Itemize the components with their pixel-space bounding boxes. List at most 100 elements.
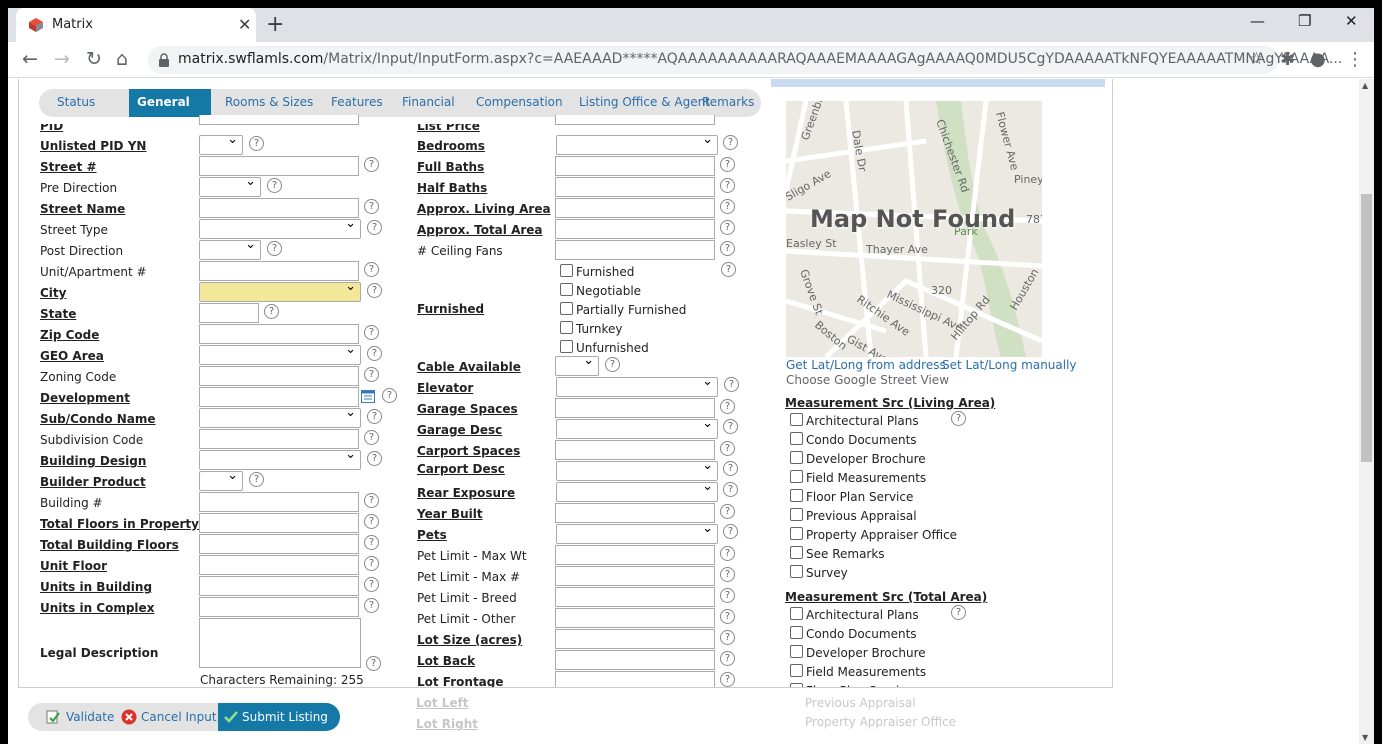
meas-living-checkbox[interactable] bbox=[790, 546, 803, 559]
total-area-input[interactable] bbox=[555, 219, 715, 239]
forward-icon[interactable]: → bbox=[54, 48, 70, 70]
tab-compensation[interactable]: Compensation bbox=[476, 95, 563, 109]
help-icon[interactable]: ? bbox=[364, 262, 379, 277]
list-price-input[interactable] bbox=[555, 115, 715, 125]
help-icon[interactable]: ? bbox=[249, 136, 264, 151]
help-icon[interactable]: ? bbox=[366, 656, 381, 671]
building-no-input[interactable] bbox=[199, 492, 359, 512]
help-icon[interactable]: ? bbox=[720, 399, 735, 414]
help-icon[interactable]: ? bbox=[367, 283, 382, 298]
help-icon[interactable]: ? bbox=[364, 556, 379, 571]
tab-financial[interactable]: Financial bbox=[402, 95, 455, 109]
validate-button[interactable]: Validate bbox=[66, 710, 114, 724]
building-design-select[interactable] bbox=[199, 447, 361, 470]
help-icon[interactable]: ? bbox=[267, 178, 282, 193]
help-icon[interactable]: ? bbox=[605, 357, 620, 372]
help-icon[interactable]: ? bbox=[367, 220, 382, 235]
subcondo-select[interactable] bbox=[199, 405, 361, 428]
help-icon[interactable]: ? bbox=[951, 411, 966, 426]
meas-living-checkbox[interactable] bbox=[790, 508, 803, 521]
garage-desc-select[interactable] bbox=[556, 416, 718, 439]
pet-other-input[interactable] bbox=[555, 608, 715, 628]
help-icon[interactable]: ? bbox=[723, 482, 738, 497]
help-icon[interactable]: ? bbox=[951, 605, 966, 620]
bedrooms-select[interactable] bbox=[556, 132, 718, 155]
help-icon[interactable]: ? bbox=[364, 430, 379, 445]
meas-living-checkbox[interactable] bbox=[790, 527, 803, 540]
meas-living-checkbox[interactable] bbox=[790, 432, 803, 445]
zoning-input[interactable] bbox=[199, 366, 359, 386]
browser-tab[interactable]: Matrix ✕ bbox=[16, 8, 256, 42]
partially-furnished-checkbox[interactable] bbox=[560, 302, 573, 315]
help-icon[interactable]: ? bbox=[720, 567, 735, 582]
help-icon[interactable]: ? bbox=[364, 514, 379, 529]
lookup-list-icon[interactable] bbox=[361, 390, 375, 403]
meas-total-checkbox[interactable] bbox=[790, 607, 803, 620]
help-icon[interactable]: ? bbox=[723, 461, 738, 476]
help-icon[interactable]: ? bbox=[364, 325, 379, 340]
help-icon[interactable]: ? bbox=[364, 199, 379, 214]
unfurnished-checkbox[interactable] bbox=[560, 340, 573, 353]
scrollbar-thumb[interactable] bbox=[1361, 194, 1372, 462]
help-icon[interactable]: ? bbox=[264, 304, 279, 319]
carport-desc-select[interactable] bbox=[556, 458, 718, 481]
meas-living-checkbox[interactable] bbox=[790, 565, 803, 578]
help-icon[interactable]: ? bbox=[720, 441, 735, 456]
subdivision-input[interactable] bbox=[199, 429, 359, 449]
submit-listing-button[interactable]: Submit Listing bbox=[218, 703, 340, 731]
unit-input[interactable] bbox=[199, 261, 359, 281]
back-icon[interactable]: ← bbox=[22, 48, 38, 70]
pet-max-wt-input[interactable] bbox=[555, 545, 715, 565]
scroll-up-icon[interactable]: ▲ bbox=[1362, 81, 1368, 90]
help-icon[interactable]: ? bbox=[382, 388, 397, 403]
profile-icon[interactable]: ● bbox=[1310, 49, 1326, 70]
tab-features[interactable]: Features bbox=[331, 95, 383, 109]
help-icon[interactable]: ? bbox=[720, 672, 735, 687]
street-name-input[interactable] bbox=[199, 198, 359, 218]
total-building-floors-input[interactable] bbox=[199, 534, 359, 554]
negotiable-checkbox[interactable] bbox=[560, 283, 573, 296]
pet-breed-input[interactable] bbox=[555, 587, 715, 607]
city-select[interactable] bbox=[199, 279, 361, 302]
help-icon[interactable]: ? bbox=[723, 135, 738, 150]
tab-listing-office-agent[interactable]: Listing Office & Agent bbox=[579, 95, 710, 109]
lot-size-input[interactable] bbox=[555, 629, 715, 649]
units-complex-input[interactable] bbox=[199, 597, 359, 617]
furnished-checkbox[interactable] bbox=[560, 264, 573, 277]
help-icon[interactable]: ? bbox=[720, 651, 735, 666]
half-baths-input[interactable] bbox=[555, 177, 715, 197]
help-icon[interactable]: ? bbox=[723, 419, 738, 434]
lot-frontage-input[interactable] bbox=[555, 671, 715, 687]
pre-direction-select[interactable] bbox=[199, 174, 261, 197]
help-icon[interactable]: ? bbox=[723, 524, 738, 539]
help-icon[interactable]: ? bbox=[720, 504, 735, 519]
help-icon[interactable]: ? bbox=[720, 546, 735, 561]
get-latlong-link[interactable]: Get Lat/Long from address bbox=[786, 358, 946, 372]
post-direction-select[interactable] bbox=[199, 237, 261, 260]
help-icon[interactable]: ? bbox=[720, 241, 735, 256]
cable-select[interactable] bbox=[555, 353, 599, 376]
help-icon[interactable]: ? bbox=[364, 493, 379, 508]
meas-living-checkbox[interactable] bbox=[790, 413, 803, 426]
maximize-icon[interactable]: ❐ bbox=[1298, 12, 1311, 30]
scroll-down-icon[interactable]: ▼ bbox=[1362, 733, 1368, 742]
help-icon[interactable]: ? bbox=[267, 241, 282, 256]
elevator-select[interactable] bbox=[556, 374, 718, 397]
meas-total-checkbox[interactable] bbox=[790, 626, 803, 639]
zip-input[interactable] bbox=[199, 324, 359, 344]
help-icon[interactable]: ? bbox=[720, 220, 735, 235]
unit-floor-input[interactable] bbox=[199, 555, 359, 575]
meas-living-checkbox[interactable] bbox=[790, 470, 803, 483]
menu-icon[interactable]: ⋮ bbox=[1346, 49, 1364, 70]
new-tab-icon[interactable]: + bbox=[266, 12, 284, 37]
street-no-input[interactable] bbox=[199, 156, 359, 176]
minimize-icon[interactable]: — bbox=[1250, 12, 1265, 30]
help-icon[interactable]: ? bbox=[721, 262, 736, 277]
help-icon[interactable]: ? bbox=[249, 472, 264, 487]
living-area-input[interactable] bbox=[555, 198, 715, 218]
extensions-icon[interactable]: ✱ bbox=[1280, 49, 1295, 70]
total-floors-input[interactable] bbox=[199, 513, 359, 533]
meas-living-checkbox[interactable] bbox=[790, 451, 803, 464]
pid-input[interactable] bbox=[199, 115, 359, 125]
tab-status[interactable]: Status bbox=[57, 95, 95, 109]
